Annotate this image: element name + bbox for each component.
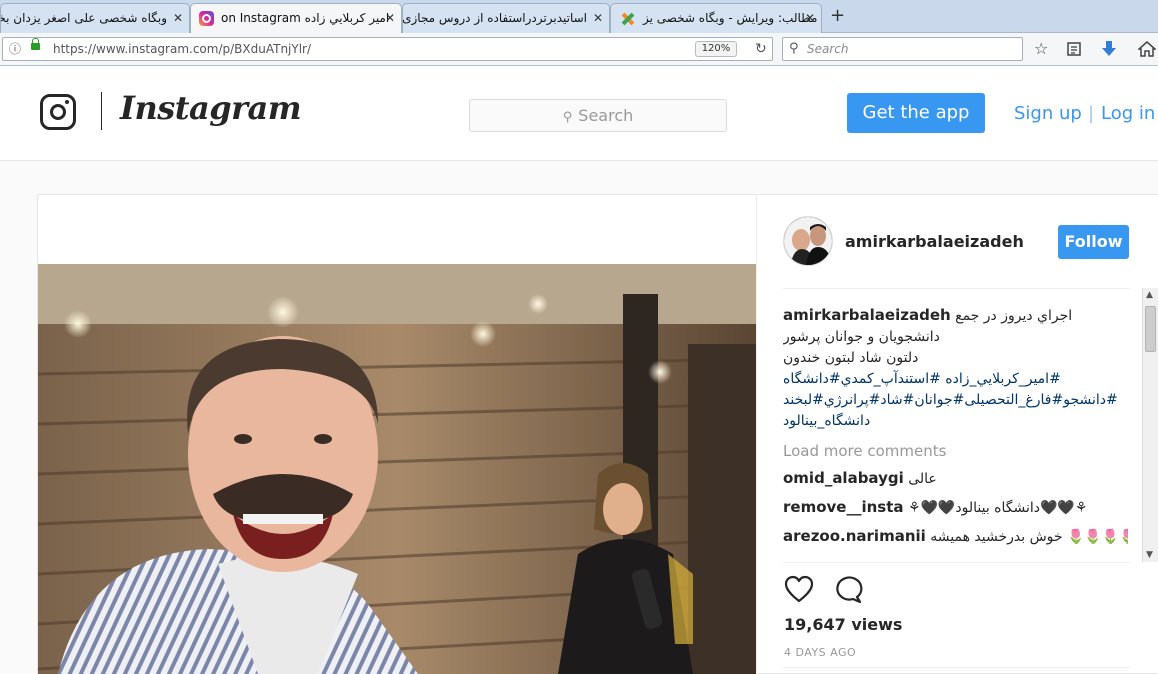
download-arrow-icon[interactable]	[1101, 40, 1117, 58]
lock-icon	[31, 38, 40, 50]
search-placeholder: Search	[578, 106, 634, 125]
new-tab-button[interactable]: +	[830, 5, 845, 26]
site-favicon	[621, 12, 635, 26]
video-frame	[38, 264, 756, 674]
post-timestamp[interactable]: 4 DAYS AGO	[784, 646, 856, 659]
post-author-username[interactable]: amirkarbalaeizadeh	[845, 232, 1024, 251]
comments-scrollbar[interactable]: ▲ ▼	[1142, 288, 1158, 562]
bookmark-star-icon[interactable]: ☆	[1034, 39, 1048, 58]
reload-icon[interactable]: ↻	[755, 38, 767, 60]
instagram-glyph-icon[interactable]	[40, 94, 76, 130]
comment-text: عالى	[908, 471, 937, 487]
hashtag-line[interactable]: دانشگاه_بينالود	[783, 413, 870, 429]
instagram-wordmark[interactable]: Instagram	[120, 89, 302, 127]
divider	[783, 667, 1130, 668]
address-bar[interactable]: ⓘ https://www.instagram.com/p/BXduATnjYl…	[2, 37, 773, 61]
zoom-indicator[interactable]: 120%	[695, 41, 737, 57]
browser-search-input[interactable]: ⚲ Search	[782, 37, 1023, 61]
comment-username[interactable]: omid_alabaygi	[783, 469, 904, 487]
close-icon[interactable]: ✕	[593, 4, 603, 32]
header-divider	[101, 92, 102, 130]
info-icon[interactable]: ⓘ	[9, 38, 21, 60]
scroll-up-arrow-icon[interactable]: ▲	[1146, 290, 1153, 300]
avatar[interactable]	[783, 216, 833, 266]
url-text[interactable]: https://www.instagram.com/p/BXduATnjYlr/	[53, 38, 311, 60]
divider	[783, 288, 1130, 289]
caption-text: دانشجويان و جوانان پرشور	[783, 329, 940, 345]
sign-up-link[interactable]: Sign up	[1014, 103, 1082, 124]
get-the-app-button[interactable]: Get the app	[847, 93, 985, 133]
caption-text: اجراي ديروز در جمع	[955, 308, 1073, 324]
comment-username[interactable]: arezoo.narimanii	[783, 527, 926, 545]
tab-title: مطالب: ویرایش - وبگاه شخصی یز	[643, 11, 818, 25]
home-icon[interactable]	[1138, 40, 1156, 58]
hashtag-line[interactable]: #دانشجو#فارغ_التحصيلى#جوانان#شاد#پرانرژي…	[783, 392, 1118, 408]
comment-bubble-icon[interactable]	[833, 575, 863, 603]
search-placeholder: Search	[807, 42, 849, 56]
list-item: arezoo.narimanii 🌷🌷🌷🌷 خوش بدرخشید همیشه	[783, 526, 1128, 547]
close-icon[interactable]: ✕	[173, 4, 183, 32]
list-item: remove__insta ⚘🖤🖤دانشگاه بينالود🖤🖤⚘	[783, 497, 1128, 518]
avatar-image	[784, 217, 832, 265]
scroll-down-arrow-icon[interactable]: ▼	[1146, 550, 1153, 560]
post-side-divider	[756, 194, 757, 674]
tab-yazdanbakhsh[interactable]: وبگاه شخصی علی اصغر یزدان بخش ✕	[0, 3, 190, 33]
search-icon: ⚲	[789, 41, 799, 56]
post-video[interactable]	[38, 264, 756, 674]
close-icon[interactable]: ✕	[805, 4, 815, 32]
tab-title: امير کربلايي زاده on Instagram	[221, 11, 390, 25]
comment-username[interactable]: remove__insta	[783, 498, 904, 516]
view-count: 19,647 views	[784, 615, 903, 634]
caption-text: دلتون شاد لبتون خندون	[783, 350, 919, 366]
caption-username[interactable]: amirkarbalaeizadeh	[783, 306, 951, 324]
browser-tab-bar: وبگاه شخصی علی اصغر یزدان بخش ✕ امير کرب…	[0, 0, 1158, 34]
tab-title: وبگاه شخصی علی اصغر یزدان بخش	[0, 11, 167, 25]
instagram-search-input[interactable]: ⚲ Search	[469, 99, 727, 132]
load-more-comments-link[interactable]: Load more comments	[783, 440, 1128, 462]
search-icon: ⚲	[562, 110, 573, 125]
auth-separator: |	[1088, 103, 1095, 124]
tab-top-professors[interactable]: اساتیدبرتردراستفاده از دروس مجازی ✕	[402, 3, 610, 33]
caption-first-line: amirkarbalaeizadeh اجراي ديروز در جمع	[783, 305, 1128, 327]
tab-edit-posts[interactable]: مطالب: ویرایش - وبگاه شخصی یز ✕	[610, 3, 822, 33]
tab-title: اساتیدبرتردراستفاده از دروس مجازی	[402, 11, 587, 25]
comment-text: 🌷🌷🌷🌷 خوش بدرخشید همیشه	[930, 529, 1128, 545]
divider	[783, 562, 1130, 563]
comments-list: amirkarbalaeizadeh اجراي ديروز در جمع دا…	[783, 305, 1128, 555]
browser-nav-bar: ⓘ https://www.instagram.com/p/BXduATnjYl…	[0, 33, 1158, 66]
list-item: omid_alabaygi عالى	[783, 468, 1128, 489]
scrollbar-thumb[interactable]	[1145, 306, 1156, 352]
reading-list-icon[interactable]	[1066, 41, 1082, 57]
instagram-favicon	[199, 11, 214, 26]
tab-instagram[interactable]: امير کربلايي زاده on Instagram ✕	[190, 3, 402, 34]
heart-icon[interactable]	[784, 575, 814, 603]
instagram-header: Instagram ⚲ Search Get the app Sign up | …	[0, 67, 1158, 161]
close-icon[interactable]: ✕	[385, 4, 395, 32]
comment-text: ⚘🖤🖤دانشگاه بينالود🖤🖤⚘	[907, 500, 1088, 516]
hashtag-line[interactable]: #امير_كربلايي_زاده #استندآپ_كمدي#دانشگاه	[783, 371, 1061, 387]
log-in-link[interactable]: Log in	[1101, 103, 1155, 124]
follow-button[interactable]: Follow	[1058, 225, 1129, 259]
